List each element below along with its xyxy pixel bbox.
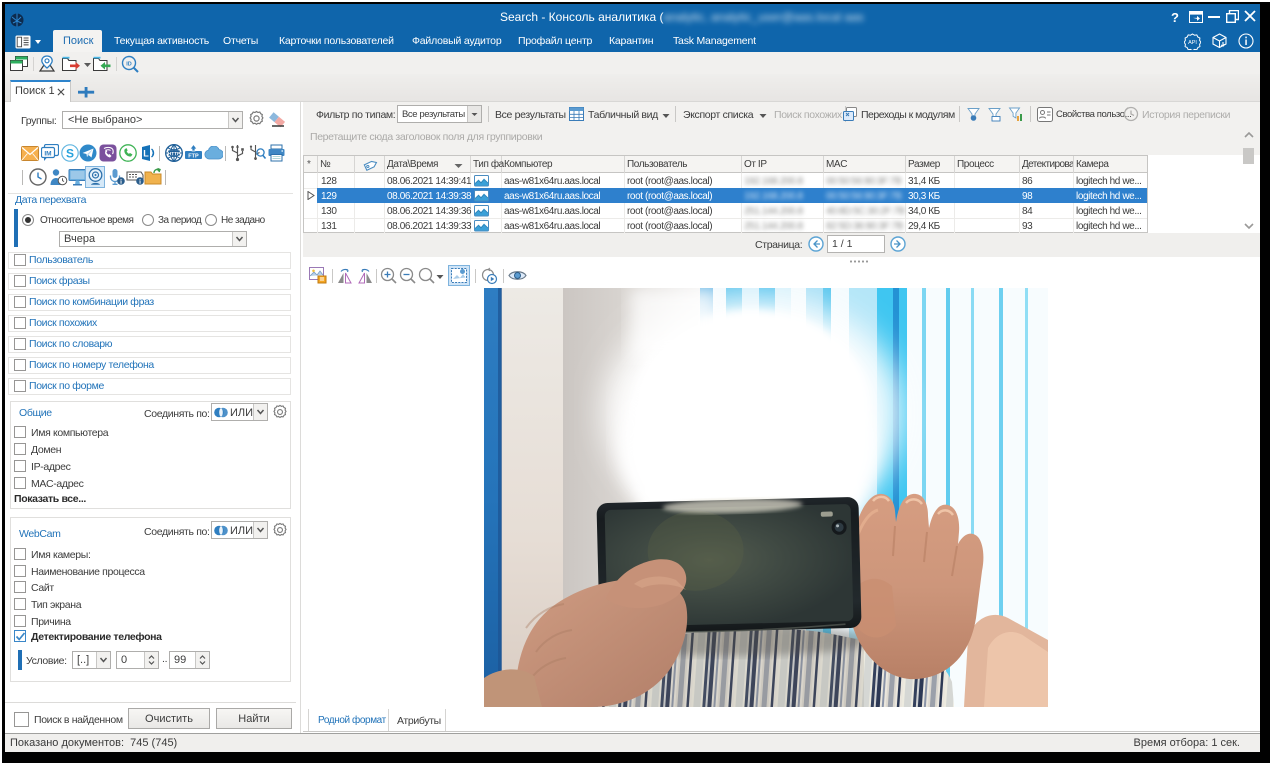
svg-text:i: i xyxy=(139,178,141,185)
svg-text:IM: IM xyxy=(44,151,51,158)
svg-text:i: i xyxy=(120,178,122,185)
svg-text:ID: ID xyxy=(126,62,132,68)
svg-text:L: L xyxy=(143,149,149,159)
svg-text:S: S xyxy=(66,146,74,160)
svg-text:FTP: FTP xyxy=(188,154,199,160)
svg-text:API: API xyxy=(1188,40,1197,46)
svg-text:HTTP: HTTP xyxy=(168,151,181,157)
